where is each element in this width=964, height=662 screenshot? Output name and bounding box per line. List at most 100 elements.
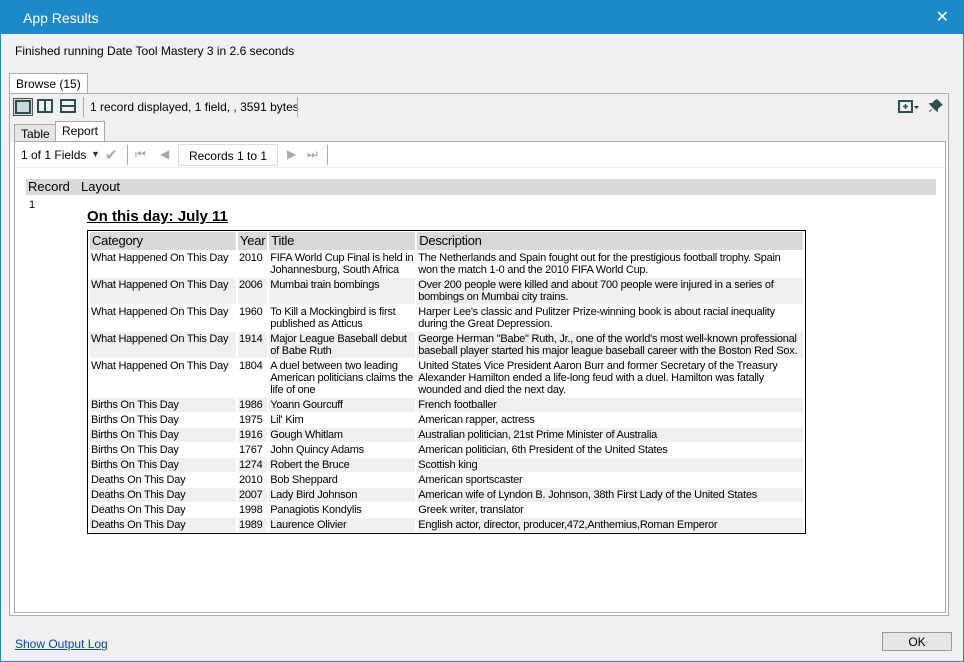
events-table: Category Year Title Description What Happen… bbox=[87, 230, 806, 534]
table-row: What Happened On This Day 1804 A duel betw… bbox=[90, 359, 803, 397]
tab-report[interactable]: Report bbox=[55, 121, 106, 142]
year-cell: 1986 bbox=[238, 398, 268, 412]
report-header: Record Layout bbox=[26, 179, 936, 195]
first-record-icon[interactable]: ⏮ bbox=[135, 147, 146, 162]
table-row: What Happened On This Day 2010 FIFA World … bbox=[90, 251, 803, 277]
pin-icon[interactable] bbox=[928, 98, 944, 117]
toolbar: 1 record displayed, 1 field, , 3591 byte… bbox=[10, 94, 948, 120]
description-cell: English actor, director, producer,472,An… bbox=[417, 518, 803, 532]
year-cell: 1804 bbox=[239, 360, 263, 372]
year-cell: 1975 bbox=[239, 414, 263, 426]
title-cell: Robert the Bruce bbox=[269, 458, 416, 472]
title-cell: A duel between two leading American poli… bbox=[270, 360, 413, 396]
table-row: Births On This Day 1986 Yoann Gourcuff Fren… bbox=[90, 398, 803, 412]
table-row: What Happened On This Day 2006 Mumbai trai… bbox=[90, 278, 803, 304]
record-info: 1 record displayed, 1 field, , 3591 byte… bbox=[90, 100, 299, 114]
year-cell: 1914 bbox=[238, 332, 268, 358]
title-cell: Major League Baseball debut of Babe Ruth bbox=[269, 332, 416, 358]
category-cell: Deaths On This Day bbox=[90, 488, 236, 502]
tab-browse[interactable]: Browse (15) bbox=[9, 73, 88, 94]
category-cell: Deaths On This Day bbox=[90, 518, 236, 532]
description-cell: Greek writer, translator bbox=[418, 504, 524, 516]
add-window-icon[interactable] bbox=[898, 99, 920, 118]
table-row: Births On This Day 1975 Lil' Kim American r… bbox=[90, 413, 803, 427]
description-cell: French footballer bbox=[417, 398, 803, 412]
divider bbox=[127, 145, 128, 165]
category-cell: What Happened On This Day bbox=[90, 332, 236, 358]
single-view-icon[interactable] bbox=[13, 98, 33, 116]
description-cell: United States Vice President Aaron Burr … bbox=[418, 360, 778, 396]
year-header: Year bbox=[238, 232, 268, 250]
table-row: Deaths On This Day 2007 Lady Bird Johnson A… bbox=[90, 488, 803, 502]
last-record-icon[interactable]: ⏭ bbox=[307, 147, 318, 162]
divider bbox=[327, 145, 328, 165]
description-cell: American wife of Lyndon B. Johnson, 38th… bbox=[417, 488, 803, 502]
record-navigator: 1 of 1 Fields ▼ ✔ ⏮ ◀ Records 1 to 1 ▶ ⏭ bbox=[15, 142, 945, 168]
title-cell: FIFA World Cup Final is held in Johannes… bbox=[270, 252, 414, 276]
table-row: Births On This Day 1767 John Quincy Adams A… bbox=[90, 443, 803, 457]
description-cell: American politician, 6th President of th… bbox=[418, 444, 668, 456]
category-cell: Deaths On This Day bbox=[91, 504, 186, 516]
table-row: What Happened On This Day 1914 Major Leagu… bbox=[90, 332, 803, 358]
category-cell: Births On This Day bbox=[91, 414, 179, 426]
split-horizontal-icon[interactable] bbox=[59, 98, 79, 116]
category-cell: Births On This Day bbox=[90, 398, 236, 412]
description-header: Description bbox=[417, 232, 803, 250]
show-output-log-link[interactable]: Show Output Log bbox=[15, 637, 108, 651]
report-heading: On this day: July 11 bbox=[87, 208, 228, 225]
description-cell: American sportscaster bbox=[418, 474, 523, 486]
year-cell: 2007 bbox=[238, 488, 268, 502]
browse-panel: 1 record displayed, 1 field, , 3591 byte… bbox=[9, 93, 949, 616]
chevron-down-icon[interactable]: ▼ bbox=[91, 149, 100, 159]
description-cell: Harper Lee's classic and Pulitzer Prize-… bbox=[418, 306, 775, 330]
description-cell: Australian politician, 21st Prime Minist… bbox=[417, 428, 803, 442]
title-cell: Lil' Kim bbox=[270, 414, 304, 426]
title-cell: John Quincy Adams bbox=[270, 444, 364, 456]
description-cell: Scottish king bbox=[417, 458, 803, 472]
next-record-icon[interactable]: ▶ bbox=[287, 147, 296, 161]
category-cell: What Happened On This Day bbox=[90, 278, 236, 304]
table-row: Deaths On This Day 1989 Laurence Olivier En… bbox=[90, 518, 803, 532]
category-cell: What Happened On This Day bbox=[91, 360, 229, 372]
title-cell: Gough Whitlam bbox=[269, 428, 416, 442]
year-cell: 1998 bbox=[239, 504, 263, 516]
tab-table[interactable]: Table bbox=[14, 124, 57, 142]
table-row: Deaths On This Day 1998 Panagiotis Kondyli… bbox=[90, 503, 803, 517]
category-cell: What Happened On This Day bbox=[91, 306, 229, 318]
table-row: What Happened On This Day 1960 To Kill a M… bbox=[90, 305, 803, 331]
year-cell: 2010 bbox=[239, 474, 263, 486]
description-cell: George Herman "Babe" Ruth, Jr., one of t… bbox=[417, 332, 803, 358]
year-cell: 1767 bbox=[239, 444, 263, 456]
year-cell: 1989 bbox=[238, 518, 268, 532]
category-header: Category bbox=[90, 232, 236, 250]
previous-record-icon[interactable]: ◀ bbox=[160, 147, 169, 161]
title-header: Title bbox=[269, 232, 416, 250]
category-cell: What Happened On This Day bbox=[91, 252, 229, 264]
record-column-header: Record bbox=[28, 179, 70, 194]
split-vertical-icon[interactable] bbox=[36, 98, 56, 116]
ok-button[interactable]: OK bbox=[882, 632, 952, 651]
close-icon[interactable]: ✕ bbox=[936, 7, 949, 27]
records-range: Records 1 to 1 bbox=[178, 144, 278, 166]
title-cell: Lady Bird Johnson bbox=[269, 488, 416, 502]
divider bbox=[83, 97, 84, 117]
category-cell: Deaths On This Day bbox=[91, 474, 186, 486]
year-cell: 1274 bbox=[238, 458, 268, 472]
table-row: Births On This Day 1274 Robert the Bruce Sc… bbox=[90, 458, 803, 472]
title-cell: Panagiotis Kondylis bbox=[270, 504, 362, 516]
layout-column-header: Layout bbox=[81, 179, 121, 194]
status-text: Finished running Date Tool Mastery 3 in … bbox=[15, 44, 295, 58]
title-cell: Mumbai train bombings bbox=[269, 278, 416, 304]
title-cell: Bob Sheppard bbox=[270, 474, 338, 486]
check-icon[interactable]: ✔ bbox=[105, 146, 118, 164]
description-cell: Over 200 people were killed and about 70… bbox=[417, 278, 803, 304]
year-cell: 2006 bbox=[238, 278, 268, 304]
subtabs: Table Report bbox=[10, 120, 948, 142]
fields-dropdown[interactable]: 1 of 1 Fields bbox=[21, 148, 86, 162]
divider bbox=[297, 97, 298, 117]
table-row: Births On This Day 1916 Gough Whitlam Austr… bbox=[90, 428, 803, 442]
category-cell: Births On This Day bbox=[91, 444, 179, 456]
year-cell: 1916 bbox=[238, 428, 268, 442]
record-number: 1 bbox=[29, 199, 36, 211]
title-cell: Laurence Olivier bbox=[269, 518, 416, 532]
